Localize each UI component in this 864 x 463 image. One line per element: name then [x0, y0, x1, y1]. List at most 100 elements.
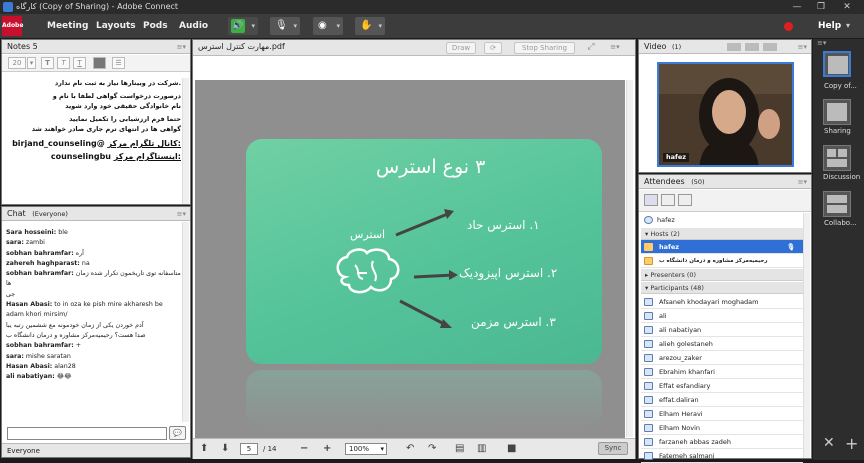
attendees-toolbar	[639, 190, 811, 212]
zoom-select[interactable]: 100% ▾	[345, 443, 387, 455]
status-view-icon[interactable]	[661, 194, 675, 206]
record-indicator-icon[interactable]	[784, 22, 793, 31]
list-view-icon[interactable]	[644, 194, 658, 206]
pointer-icon[interactable]: ■	[507, 443, 516, 455]
layouts-bar-menu-icon[interactable]: ≡▾	[817, 39, 826, 47]
video-pod: Video (1) ≡▾ hafez	[638, 39, 812, 173]
pod-menu-icon[interactable]: ≡▾	[798, 40, 807, 54]
menu-audio[interactable]: Audio	[179, 14, 208, 38]
pod-menu-icon[interactable]: ≡▾	[606, 42, 624, 54]
host-row[interactable]: رحیمیه‌مرکز مشاوره و درمان دانشگاه ب	[641, 254, 803, 268]
webcam-button[interactable]: ◉ ▾	[313, 17, 343, 35]
filmstrip-view-icon[interactable]	[745, 43, 759, 51]
bold-button[interactable]: T	[41, 57, 54, 69]
chat-scrollbar[interactable]	[182, 222, 189, 422]
help-menu[interactable]: Help	[818, 14, 841, 38]
participant-row[interactable]: arezou_zaker	[641, 351, 803, 365]
current-user-row: hafez	[641, 213, 803, 227]
notes-scrollbar[interactable]	[182, 78, 189, 204]
layout-thumb-sharing[interactable]	[823, 99, 851, 125]
attendees-scrollbar[interactable]	[803, 213, 810, 458]
font-size-select[interactable]: 20	[8, 57, 26, 69]
rotate-right-icon[interactable]: ↷	[428, 443, 436, 455]
next-page-icon[interactable]: ⬇	[221, 443, 229, 455]
sync-icon-button[interactable]: ⟳	[484, 42, 502, 54]
pod-menu-icon[interactable]: ≡▾	[798, 175, 807, 189]
chevron-down-icon: ▾	[378, 22, 382, 30]
layout-label[interactable]: Discussion	[823, 173, 860, 181]
layout-label[interactable]: Sharing	[824, 127, 851, 135]
layout-label[interactable]: Collabo...	[824, 219, 857, 227]
microphone-button[interactable]: 🎙 ▾	[270, 17, 300, 35]
document-scrollbar[interactable]	[626, 80, 633, 437]
grid-view-icon[interactable]	[727, 43, 741, 51]
pod-menu-icon[interactable]: ≡▾	[177, 207, 186, 221]
bullet-list-icon[interactable]: ☰	[112, 57, 125, 69]
status-button[interactable]: ✋ ▾	[355, 17, 385, 35]
participant-icon	[644, 382, 653, 390]
participant-name: Elham Novin	[659, 424, 701, 432]
rotate-left-icon[interactable]: ↶	[406, 443, 414, 455]
participant-row[interactable]: Ebrahim khanfari	[641, 365, 803, 379]
italic-button[interactable]: T	[57, 57, 70, 69]
layout-thumb-collaboration[interactable]	[823, 191, 851, 217]
participant-row[interactable]: ali	[641, 309, 803, 323]
chat-recipient-tab[interactable]: Everyone	[2, 443, 190, 457]
maximize-button[interactable]: ❐	[810, 0, 832, 14]
pod-menu-icon[interactable]: ≡▾	[177, 40, 186, 54]
layout-thumb-copy[interactable]	[823, 51, 851, 77]
close-window-button[interactable]: ✕	[836, 0, 858, 14]
host-row[interactable]: hafez 🎙	[641, 240, 803, 254]
participant-row[interactable]: Elham Heravi	[641, 407, 803, 421]
stop-sharing-button[interactable]: Stop Sharing	[514, 42, 575, 54]
presenters-section[interactable]: ▸ Presenters (0)	[641, 269, 803, 281]
participant-row[interactable]: Afsaneh khodayari moghadam	[641, 295, 803, 309]
minimize-button[interactable]: —	[786, 0, 808, 14]
breakout-view-icon[interactable]	[678, 194, 692, 206]
participant-name: ali	[659, 312, 667, 320]
font-size-chevron-icon[interactable]: ▾	[27, 57, 36, 69]
instagram-handle: counselingbu	[50, 152, 111, 161]
participant-row[interactable]: effat.daliran	[641, 393, 803, 407]
zoom-in-icon[interactable]: +	[323, 443, 331, 455]
adobe-logo: Adobe	[2, 16, 23, 36]
participant-row[interactable]: Fatemeh salmani	[641, 449, 803, 463]
text-color-button[interactable]	[93, 57, 106, 69]
menu-layouts[interactable]: Layouts	[96, 14, 136, 38]
menu-pods[interactable]: Pods	[143, 14, 168, 38]
chat-input[interactable]	[7, 427, 167, 440]
underline-button[interactable]: T	[73, 57, 86, 69]
send-message-button[interactable]: 💬	[169, 426, 186, 440]
video-feed[interactable]: hafez	[657, 62, 794, 167]
add-layout-icon[interactable]: +	[845, 434, 858, 453]
sync-button[interactable]: Sync	[598, 442, 628, 455]
participant-row[interactable]: ali nabatiyan	[641, 323, 803, 337]
fit-page-icon[interactable]: ▥	[477, 443, 486, 455]
hosts-section[interactable]: ▾ Hosts (2)	[641, 228, 803, 240]
participants-section[interactable]: ▾ Participants (48)	[641, 282, 803, 294]
fullscreen-icon[interactable]: ⤢	[584, 42, 598, 54]
participant-row[interactable]: Elham Novin	[641, 421, 803, 435]
telegram-label: :کانال تلگرام مرکز	[107, 139, 181, 148]
chat-sender: zahereh haghparast:	[6, 259, 80, 267]
settings-tools-icon[interactable]: ✕	[823, 435, 835, 451]
participant-row[interactable]: Effat esfandiary	[641, 379, 803, 393]
previous-page-icon[interactable]: ⬆	[200, 443, 208, 455]
draw-button[interactable]: Draw	[446, 42, 476, 54]
fit-width-icon[interactable]: ▤	[455, 443, 464, 455]
notes-line: نام خانوادگی حقیقی خود وارد شوید	[65, 102, 181, 110]
layout-label[interactable]: Copy of...	[824, 82, 857, 90]
zoom-out-icon[interactable]: −	[300, 443, 308, 455]
notes-content[interactable]: .شرکت در وبینارها نیاز به ثبت نام ندارد …	[5, 78, 181, 163]
slide-reflection	[246, 370, 602, 430]
speaker-button[interactable]: 🔊 ▾	[228, 17, 258, 35]
chat-sender: Hasan Abasi:	[6, 301, 53, 309]
chat-message: sara: mishe saratan	[6, 352, 182, 362]
participant-row[interactable]: alieh golestaneh	[641, 337, 803, 351]
participant-row[interactable]: farzaneh abbas zadeh	[641, 435, 803, 449]
menu-meeting[interactable]: Meeting	[47, 14, 88, 38]
speaker-view-icon[interactable]	[763, 43, 777, 51]
document-viewer[interactable]: ۳ نوع استرس استرس ۱. استرس حاد ۲. استرس …	[195, 80, 625, 444]
page-number-input[interactable]: 5	[240, 443, 258, 455]
layout-thumb-discussion[interactable]	[823, 145, 851, 171]
